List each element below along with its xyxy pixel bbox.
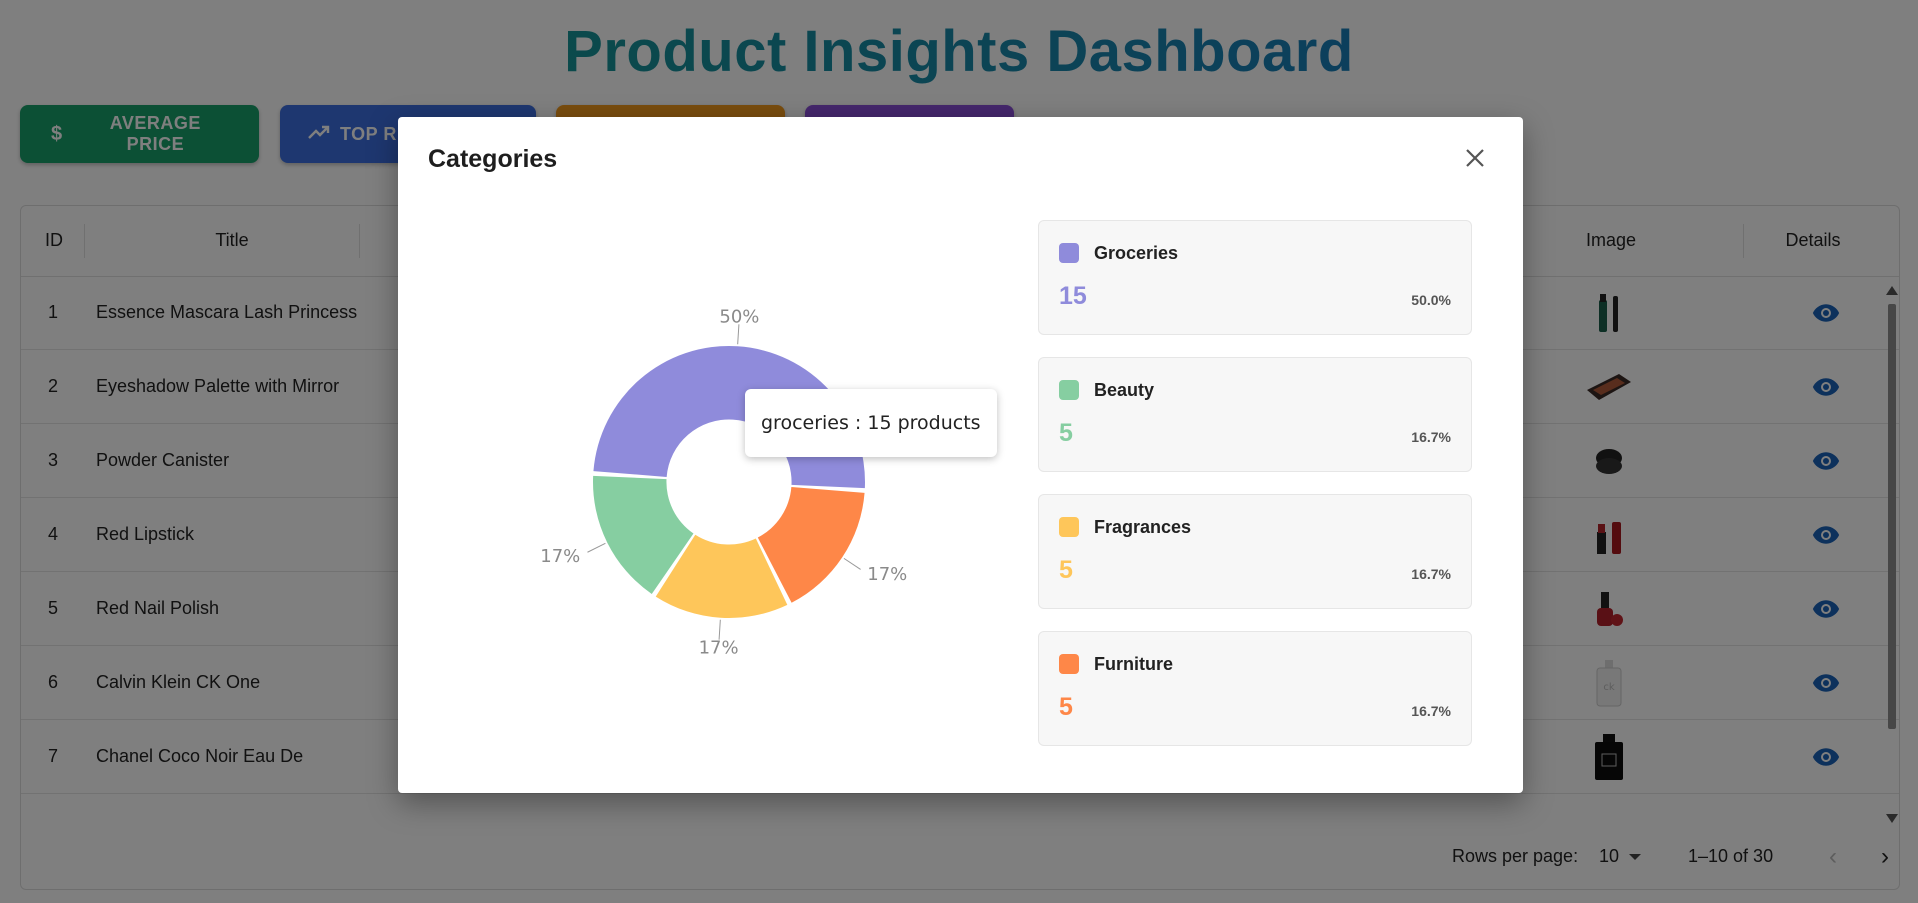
label-leader-line [587,542,606,553]
legend-swatch [1059,654,1079,674]
slice-percent-label: 50% [719,306,759,327]
slice-percent-label: 17% [867,564,907,585]
category-count: 5 [1059,556,1073,584]
categories-dialog: Categories 50% 17% 17% 17% groceries : 15 p… [398,117,1523,793]
legend-swatch [1059,517,1079,537]
legend-swatch [1059,380,1079,400]
category-percent: 50.0% [1411,292,1451,308]
category-count: 5 [1059,419,1073,447]
legend-swatch [1059,243,1079,263]
category-name: Furniture [1094,654,1173,674]
category-count: 5 [1059,693,1073,721]
category-card-groceries[interactable]: Groceries 15 50.0% [1038,220,1472,335]
label-leader-line [843,557,861,570]
category-percent: 16.7% [1411,703,1451,719]
slice-percent-label: 17% [699,638,739,659]
category-count: 15 [1059,282,1087,310]
chart-tooltip: groceries : 15 products [745,389,997,457]
category-card-fragrances[interactable]: Fragrances 5 16.7% [1038,494,1472,609]
category-name: Fragrances [1094,517,1192,537]
category-name: Groceries [1094,243,1179,263]
category-percent: 16.7% [1411,566,1451,582]
category-card-furniture[interactable]: Furniture 5 16.7% [1038,631,1472,746]
category-percent: 16.7% [1411,429,1451,445]
category-card-beauty[interactable]: Beauty 5 16.7% [1038,357,1472,472]
slice-percent-label: 17% [540,546,580,567]
category-name: Beauty [1094,380,1155,400]
